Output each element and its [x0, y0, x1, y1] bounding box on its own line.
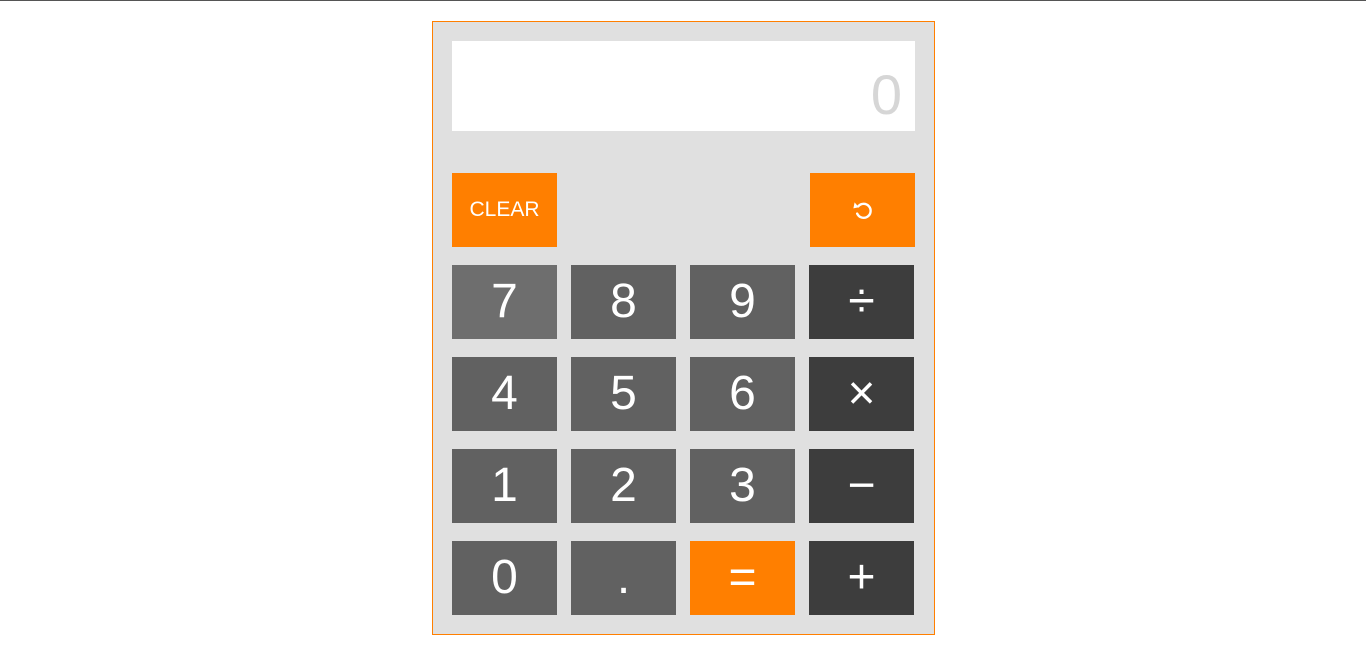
- calculator: 0 CLEAR 7 8 9 ÷ 4 5 6 × 1 2 3 − 0 . = +: [432, 21, 935, 635]
- key-9[interactable]: 9: [690, 265, 795, 339]
- key-4[interactable]: 4: [452, 357, 557, 431]
- divide-button[interactable]: ÷: [809, 265, 914, 339]
- key-7[interactable]: 7: [452, 265, 557, 339]
- subtract-button[interactable]: −: [809, 449, 914, 523]
- key-0[interactable]: 0: [452, 541, 557, 615]
- display-value: 0: [870, 63, 902, 126]
- equals-button[interactable]: =: [690, 541, 795, 615]
- undo-button[interactable]: [810, 173, 915, 247]
- key-8[interactable]: 8: [571, 265, 676, 339]
- add-button[interactable]: +: [809, 541, 914, 615]
- clear-button[interactable]: CLEAR: [452, 173, 557, 247]
- key-6[interactable]: 6: [690, 357, 795, 431]
- key-2[interactable]: 2: [571, 449, 676, 523]
- display: 0: [452, 41, 915, 131]
- top-divider: [0, 0, 1366, 1]
- key-3[interactable]: 3: [690, 449, 795, 523]
- decimal-button[interactable]: .: [571, 541, 676, 615]
- undo-icon: [851, 198, 875, 222]
- multiply-button[interactable]: ×: [809, 357, 914, 431]
- key-1[interactable]: 1: [452, 449, 557, 523]
- key-5[interactable]: 5: [571, 357, 676, 431]
